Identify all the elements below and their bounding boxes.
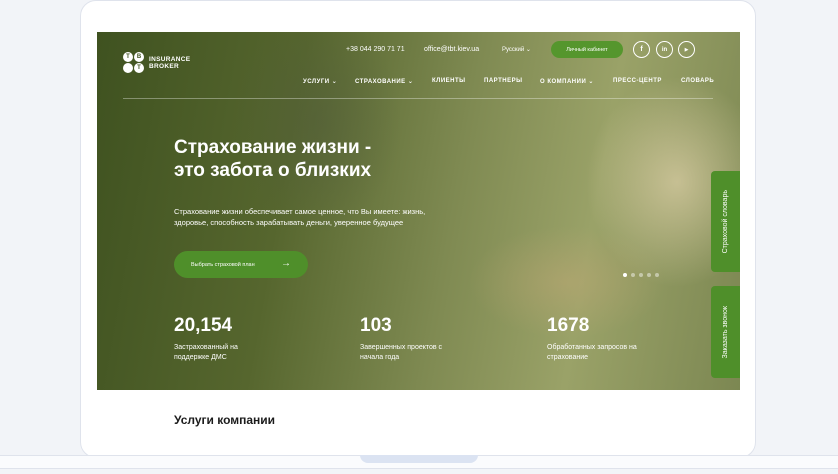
nav-partners[interactable]: ПАРТНЕРЫ [484,78,522,84]
stat-requests: 1678 Обработанных запросов на страхование [547,315,637,361]
hero-title: Страхование жизни - это забота о близких [174,137,372,181]
nav-dictionary[interactable]: СЛОВАРЬ [681,78,714,84]
slider-dots [623,273,659,277]
nav-press[interactable]: ПРЕСС-ЦЕНТР [613,78,662,84]
hero-lead: Страхование жизни обеспечивает самое цен… [174,207,426,227]
stat-insured: 20,154 Застрахованный на поддержке ДМС [174,315,238,361]
youtube-icon[interactable]: ▶ [678,41,695,58]
choose-plan-button[interactable]: Выбрать страховой план → [174,251,308,278]
email-link[interactable]: office@tbt.kiev.ua [424,46,479,53]
nav-divider [123,98,713,99]
linkedin-icon[interactable]: in [656,41,673,58]
arrow-right-icon: → [281,258,291,269]
phone-link[interactable]: +38 044 290 71 71 [346,46,405,53]
slider-dot[interactable] [631,273,635,277]
hero-screen: T B T INSURANCE BROKER +38 044 290 71 71… [97,32,740,390]
slider-dot[interactable] [623,273,627,277]
laptop-notch [360,455,478,463]
slider-dot[interactable] [647,273,651,277]
nav-about[interactable]: О КОМПАНИИ ⌄ [540,78,594,85]
language-select[interactable]: Русский ⌄ [502,46,531,53]
facebook-icon[interactable]: f [633,41,650,58]
slider-dot[interactable] [655,273,659,277]
dictionary-side-tab[interactable]: Страховой словарь [711,171,740,272]
nav-insurance[interactable]: СТРАХОВАНИЕ ⌄ [355,78,413,85]
slider-dot[interactable] [639,273,643,277]
callback-side-tab[interactable]: Заказать звонок [711,286,740,378]
cabinet-button[interactable]: Личный кабинет [551,41,623,58]
stat-projects: 103 Завершенных проектов с начала года [360,315,443,361]
nav-services[interactable]: УСЛУГИ ⌄ [303,78,337,85]
section-title: Услуги компании [174,413,276,427]
nav-clients[interactable]: КЛИЕНТЫ [432,78,466,84]
